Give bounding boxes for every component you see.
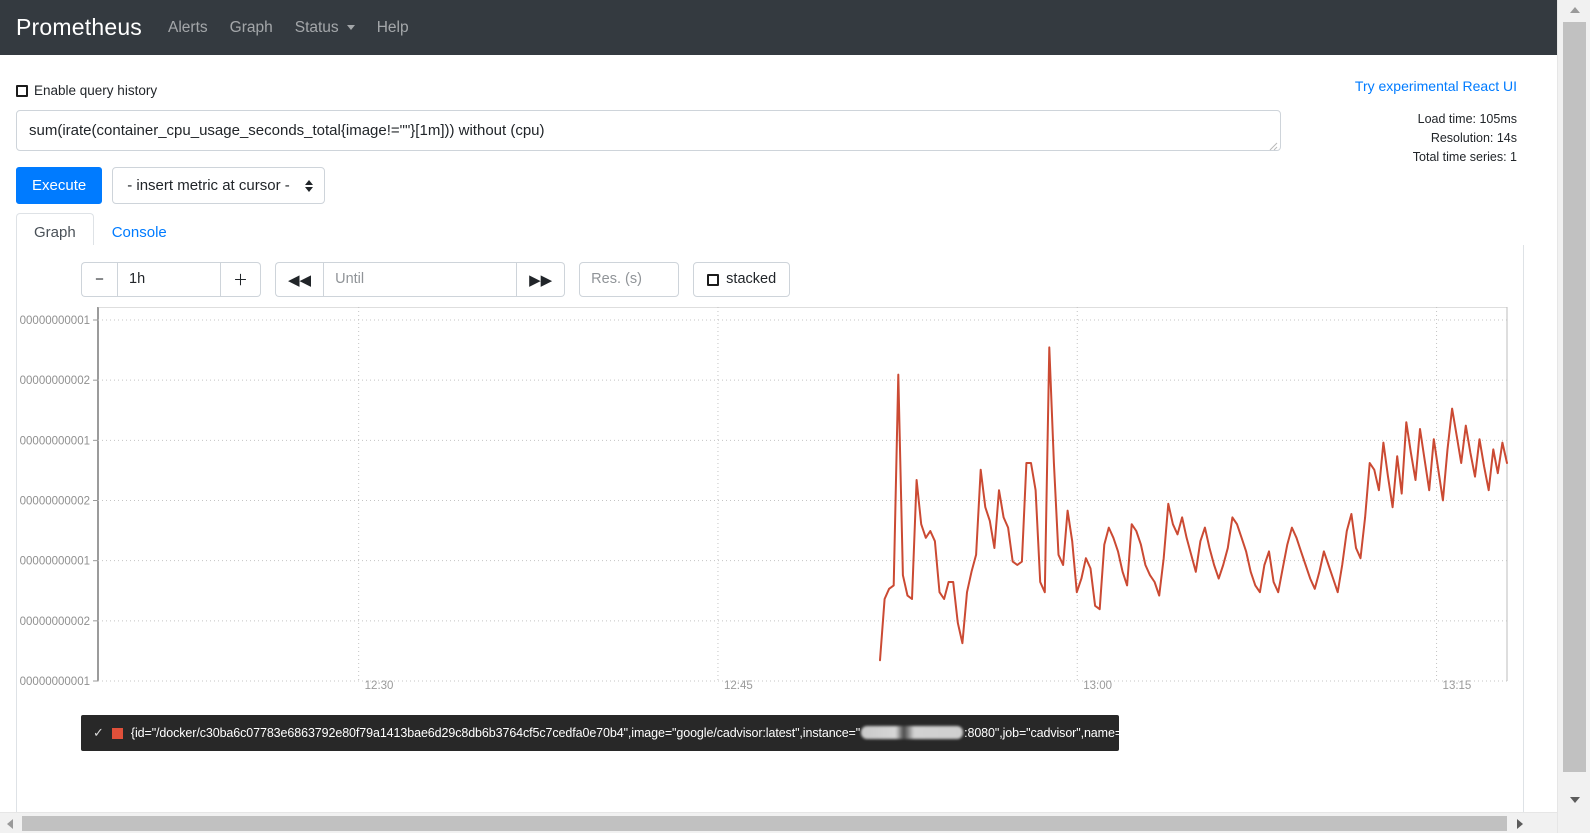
enable-query-history-row[interactable]: Enable query history <box>16 83 157 98</box>
stat-load-time: Load time: 105ms <box>1417 112 1517 126</box>
chevron-down-icon <box>346 25 355 30</box>
vertical-scrollbar[interactable] <box>1557 0 1590 833</box>
insert-metric-select[interactable]: - insert metric at cursor - <box>112 167 326 204</box>
stat-resolution: Resolution: 14s <box>1430 131 1517 145</box>
nav-alerts-label: Alerts <box>168 18 208 36</box>
graph-panel: − ＋ ◀◀ ▶▶ stacked 00000000001 00000000002 <box>16 245 1524 815</box>
stacked-toggle[interactable]: stacked <box>693 262 791 297</box>
enable-query-history-checkbox[interactable] <box>16 84 28 97</box>
redacted-instance-host <box>861 726 964 739</box>
step-forward-button[interactable]: ▶▶ <box>517 262 566 297</box>
range-increase-button[interactable]: ＋ <box>221 262 262 297</box>
svg-text:12:45: 12:45 <box>724 680 753 692</box>
enable-query-history-label: Enable query history <box>34 83 158 98</box>
step-backward-button[interactable]: ◀◀ <box>275 262 324 297</box>
horizontal-scroll-thumb[interactable] <box>22 816 1507 831</box>
nav-status[interactable]: Status <box>295 19 355 37</box>
expression-input[interactable] <box>16 110 1281 151</box>
nav-status-label: Status <box>294 18 339 36</box>
range-input-group: − ＋ <box>81 262 262 297</box>
horizontal-scrollbar[interactable] <box>0 812 1557 833</box>
scroll-right-button[interactable] <box>1510 813 1530 833</box>
vertical-scroll-thumb[interactable] <box>1563 22 1586 772</box>
svg-text:13:00: 13:00 <box>1083 680 1112 692</box>
stacked-checkbox[interactable] <box>707 273 720 286</box>
navbar: Prometheus Alerts Graph Status Help <box>0 0 1557 55</box>
nav-graph-label: Graph <box>229 18 273 36</box>
legend-check-icon: ✓ <box>93 725 104 740</box>
range-decrease-button[interactable]: − <box>81 262 117 297</box>
expression-wrap <box>16 110 1281 154</box>
chart-area: 00000000001 00000000002 00000000001 0000000… <box>17 307 1524 705</box>
svg-text:00000000002: 00000000002 <box>20 616 90 628</box>
scroll-up-button[interactable] <box>1558 0 1590 20</box>
nav-help[interactable]: Help <box>377 19 409 37</box>
legend-color-swatch <box>111 727 123 739</box>
svg-text:00000000001: 00000000001 <box>20 435 90 447</box>
nav-alerts[interactable]: Alerts <box>168 19 208 37</box>
nav-help-label: Help <box>376 18 409 36</box>
metric-select-wrap: - insert metric at cursor - <box>112 167 326 204</box>
until-input-group: ◀◀ ▶▶ <box>275 262 566 297</box>
svg-text:00000000001: 00000000001 <box>20 556 90 568</box>
svg-text:00000000002: 00000000002 <box>20 375 90 387</box>
scroll-down-button[interactable] <box>1558 790 1590 810</box>
graph-plot[interactable]: 00000000001 00000000002 00000000001 0000000… <box>17 307 1524 705</box>
legend-text-after: :8080",job="cadvisor",name="cadvisor"} <box>964 726 1119 740</box>
legend[interactable]: ✓ {id="/docker/c30ba6c07783e6863792e80f7… <box>81 715 1119 751</box>
brand-prometheus[interactable]: Prometheus <box>16 14 142 41</box>
graph-toolbar: − ＋ ◀◀ ▶▶ stacked <box>81 262 791 297</box>
nav-graph[interactable]: Graph <box>230 19 273 37</box>
query-stats: Load time: 105ms Resolution: 14s Total t… <box>1413 110 1517 167</box>
execute-button[interactable]: Execute <box>16 167 103 204</box>
stat-total-time-series: Total time series: 1 <box>1412 150 1517 164</box>
stacked-label: stacked <box>726 271 777 287</box>
page-body: Enable query history Try experimental Re… <box>0 55 1557 833</box>
svg-text:00000000002: 00000000002 <box>20 496 90 508</box>
svg-text:12:30: 12:30 <box>365 680 394 692</box>
svg-text:13:15: 13:15 <box>1443 680 1472 692</box>
svg-text:00000000001: 00000000001 <box>20 676 90 688</box>
range-input[interactable] <box>117 262 221 297</box>
resolution-input[interactable] <box>579 262 680 297</box>
until-input[interactable] <box>323 262 518 297</box>
legend-series-label: {id="/docker/c30ba6c07783e6863792e80f79a… <box>131 726 1119 740</box>
query-controls: Execute - insert metric at cursor - <box>16 167 326 204</box>
app-viewport: Prometheus Alerts Graph Status Help Enab… <box>0 0 1590 833</box>
svg-text:00000000001: 00000000001 <box>20 315 90 327</box>
scroll-left-button[interactable] <box>0 813 20 833</box>
try-react-ui-link[interactable]: Try experimental React UI <box>1355 78 1517 94</box>
legend-text-before: {id="/docker/c30ba6c07783e6863792e80f79a… <box>130 726 861 740</box>
